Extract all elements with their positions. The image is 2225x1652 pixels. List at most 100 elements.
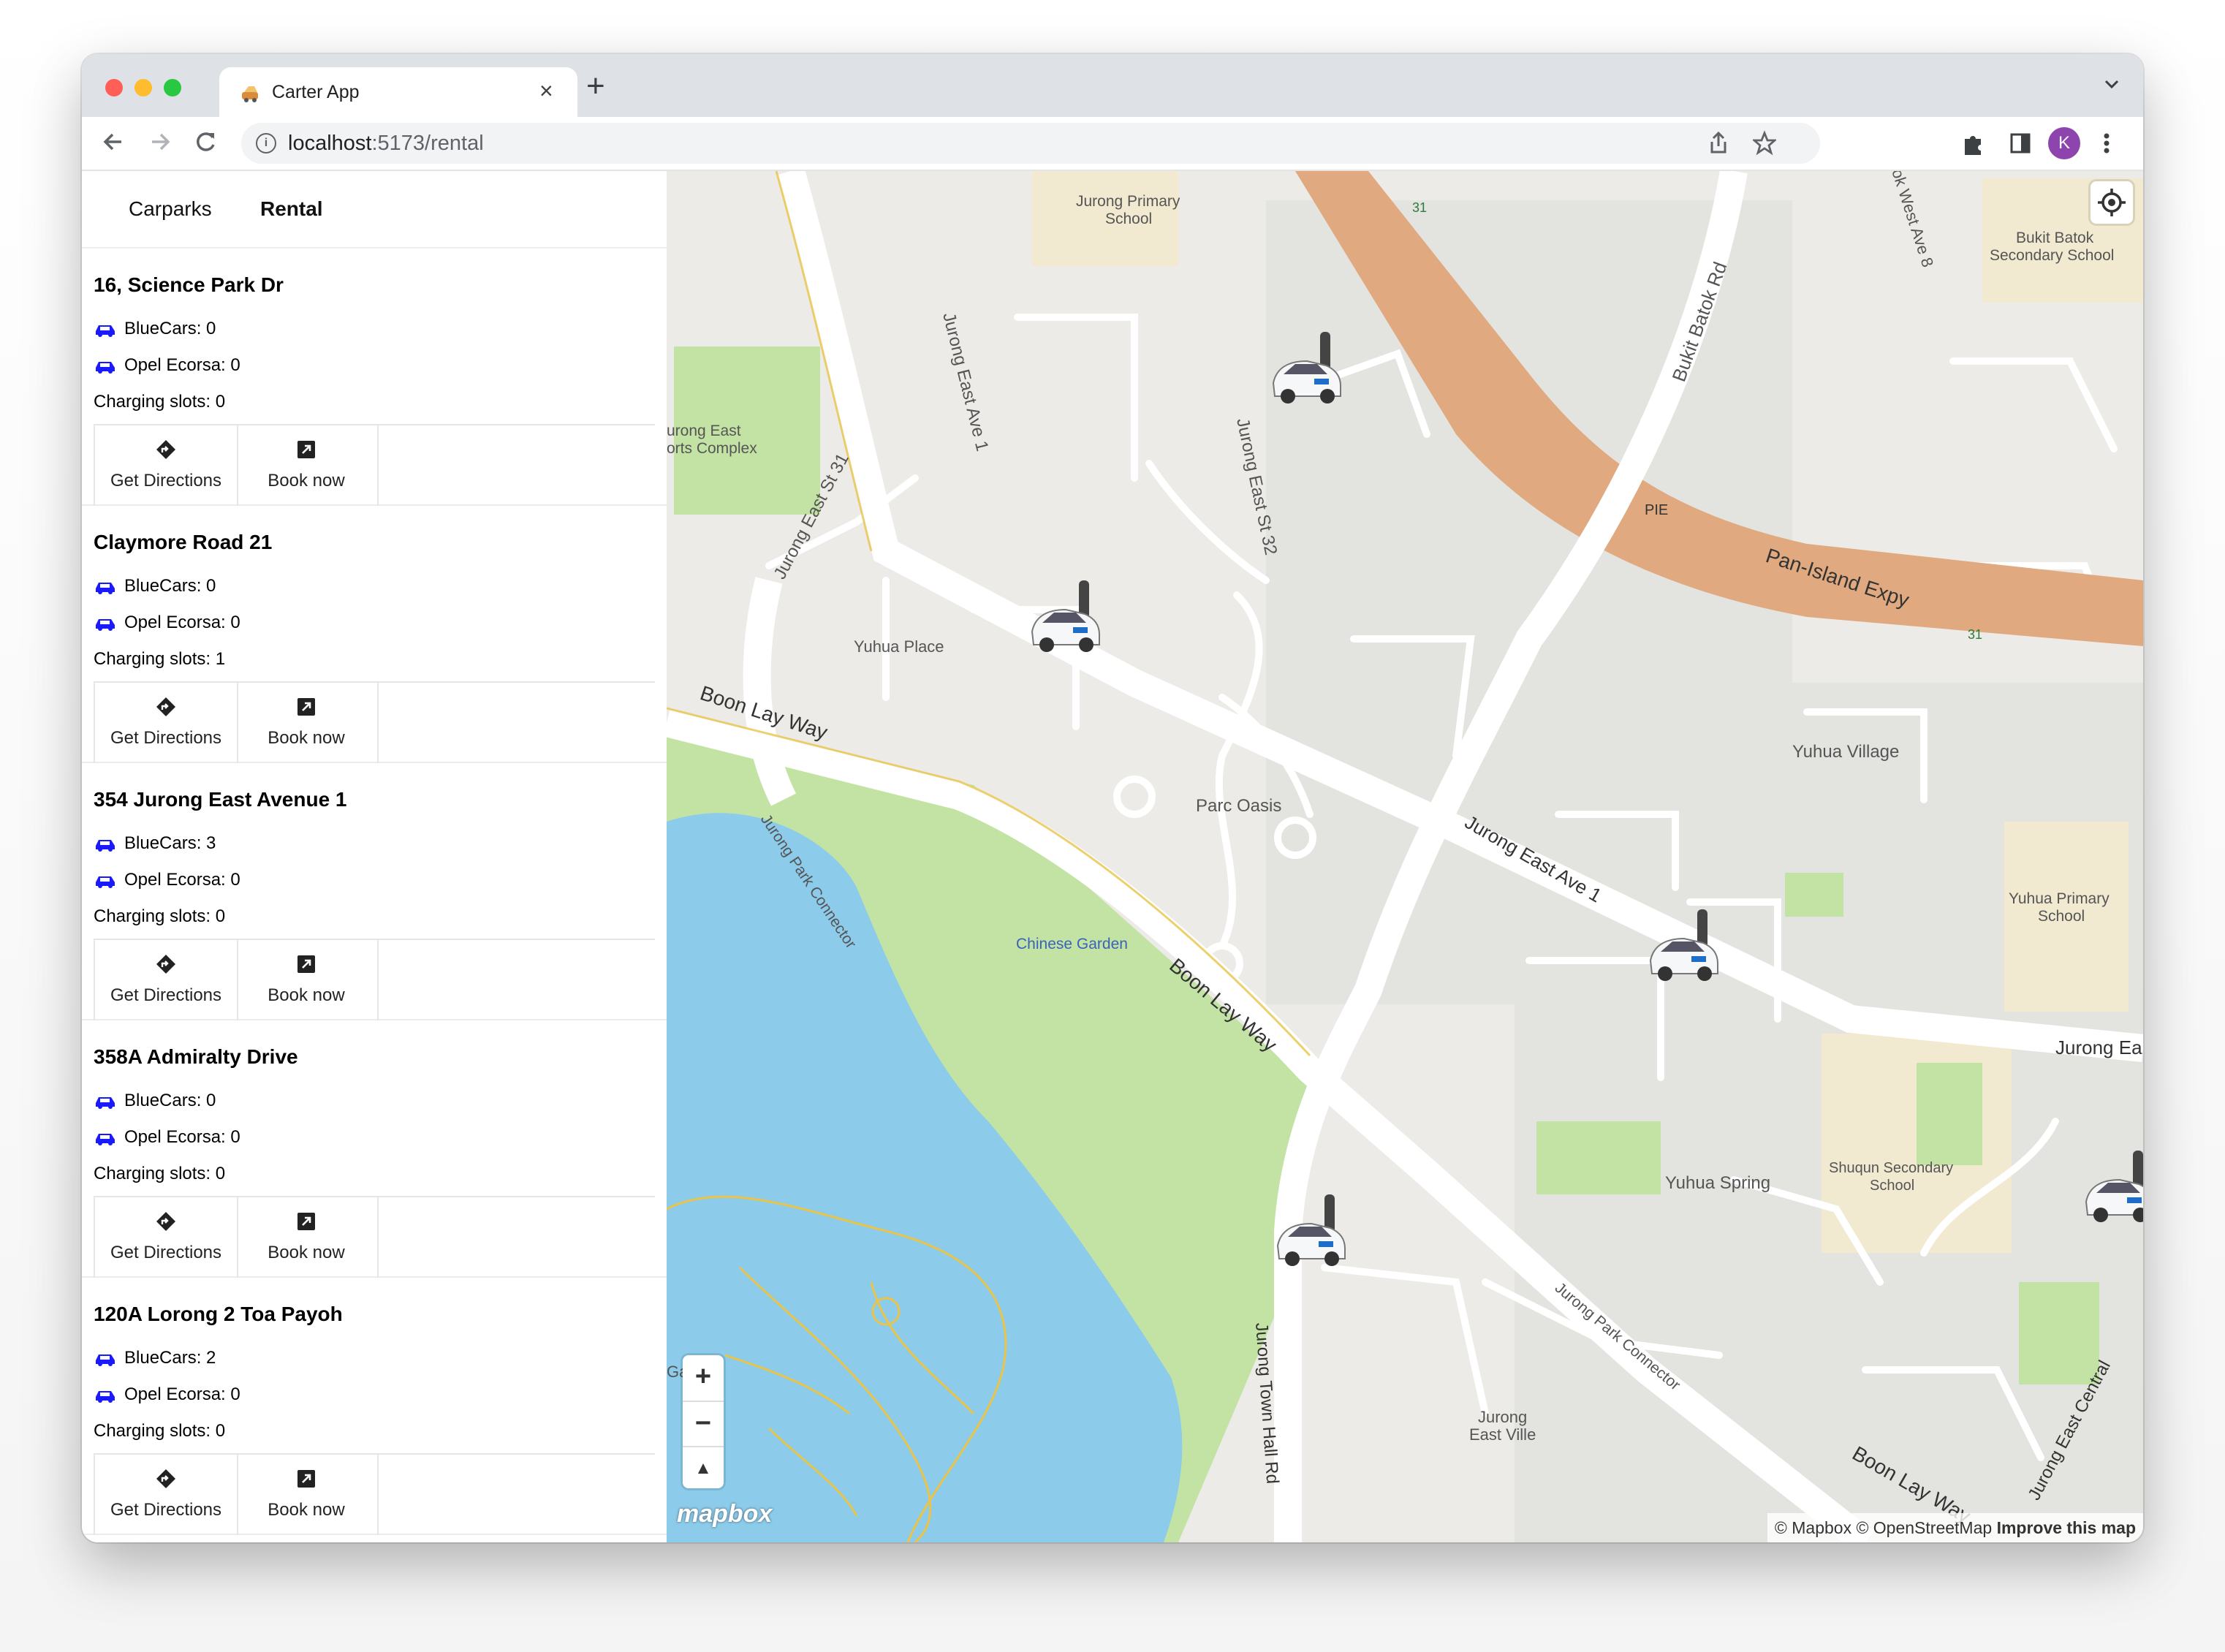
directions-icon	[156, 1212, 175, 1231]
zoom-out-button[interactable]: −	[683, 1401, 724, 1444]
get-directions-button[interactable]: Get Directions	[94, 1197, 238, 1278]
close-window-button[interactable]	[105, 79, 123, 96]
browser-tab[interactable]: Carter App ×	[219, 67, 577, 117]
minimize-window-button[interactable]	[134, 79, 152, 96]
bookmark-star-icon[interactable]	[1753, 130, 1776, 156]
card-actions: Get Directions Book now	[94, 681, 655, 763]
location-name: 354 Jurong East Avenue 1	[94, 788, 347, 811]
road-label: Jurong Ea	[2055, 1037, 2142, 1058]
book-now-button[interactable]: Book now	[235, 1197, 379, 1278]
tab-carparks[interactable]: Carparks	[129, 197, 212, 221]
close-tab-icon[interactable]: ×	[539, 77, 553, 105]
opel-count: Opel Ecorsa: 0	[94, 870, 240, 890]
location-list: 16, Science Park Dr BlueCars: 0 Opel Ecors…	[82, 249, 667, 1535]
map-label: urong East	[667, 423, 741, 439]
bluecars-text: BlueCars: 2	[124, 1348, 216, 1368]
open-external-icon	[297, 1470, 315, 1488]
card-actions: Get Directions Book now	[94, 1196, 655, 1278]
place-label: Yuhua Place	[854, 637, 944, 656]
opel-text: Opel Ecorsa: 0	[124, 1127, 240, 1147]
card-actions: Get Directions Book now	[94, 424, 655, 506]
back-arrow-icon[interactable]	[101, 124, 126, 159]
tab-rental[interactable]: Rental	[260, 197, 323, 221]
exit-shield: 31	[1968, 627, 1982, 642]
browser-toolbar: i localhost:5173/rental K	[82, 117, 2143, 171]
book-now-button[interactable]: Book now	[235, 683, 379, 763]
location-name: 16, Science Park Dr	[94, 273, 284, 296]
car-icon	[96, 839, 115, 852]
directions-label: Get Directions	[110, 728, 222, 748]
directions-icon	[156, 1469, 175, 1488]
directions-icon	[156, 440, 175, 459]
exit-shield: 31	[1412, 200, 1427, 215]
map-label: Jurong Primary	[1076, 193, 1180, 210]
get-directions-button[interactable]: Get Directions	[94, 425, 238, 506]
opel-text: Opel Ecorsa: 0	[124, 613, 240, 632]
bluecars-count: BlueCars: 2	[94, 1348, 216, 1368]
car-icon	[96, 1133, 115, 1145]
book-now-button[interactable]: Book now	[235, 425, 379, 506]
map-label: orts Complex	[667, 440, 757, 457]
zoom-in-button[interactable]: +	[683, 1355, 724, 1398]
location-card: 358A Admiralty Drive BlueCars: 0 Opel Ecor…	[82, 1020, 667, 1278]
opel-text: Opel Ecorsa: 0	[124, 355, 240, 375]
open-external-icon	[297, 1213, 315, 1230]
map-label: School	[1870, 1178, 1914, 1194]
map-view[interactable]: Jurong Primary School Bukit Batok Second…	[667, 171, 2143, 1542]
address-bar[interactable]: i localhost:5173/rental	[241, 123, 1820, 164]
rental-sidebar: Carparks Rental 16, Science Park Dr BlueC…	[82, 171, 667, 1542]
car-icon	[96, 876, 115, 888]
map-label: School	[1105, 211, 1152, 227]
tab-search-chevron-icon[interactable]	[2102, 75, 2121, 94]
book-label: Book now	[268, 1243, 345, 1262]
new-tab-button[interactable]: +	[586, 69, 605, 104]
map-label: School	[2038, 908, 2085, 925]
mapbox-logo[interactable]: mapbox	[677, 1500, 772, 1528]
forward-arrow-icon[interactable]	[148, 124, 173, 159]
improve-map-link[interactable]: Improve this map	[1997, 1518, 2136, 1537]
bluecars-text: BlueCars: 3	[124, 833, 216, 853]
location-card: 354 Jurong East Avenue 1 BlueCars: 3 Opel …	[82, 763, 667, 1020]
book-now-button[interactable]: Book now	[235, 1455, 379, 1535]
location-name: 120A Lorong 2 Toa Payoh	[94, 1303, 343, 1325]
app-nav: Carparks Rental	[82, 171, 667, 249]
charging-slots: Charging slots: 0	[94, 392, 226, 412]
map-attribution: © Mapbox © OpenStreetMap Improve this ma…	[1767, 1513, 2143, 1542]
location-card: Claymore Road 21 BlueCars: 0 Opel Ecorsa: …	[82, 506, 667, 763]
directions-label: Get Directions	[110, 471, 222, 490]
bluecars-count: BlueCars: 0	[94, 1091, 216, 1111]
get-directions-button[interactable]: Get Directions	[94, 683, 238, 763]
open-external-icon	[297, 955, 315, 973]
directions-label: Get Directions	[110, 985, 222, 1005]
book-label: Book now	[268, 471, 345, 490]
compass-button[interactable]: ▲	[683, 1446, 724, 1490]
zoom-control: + − ▲	[683, 1355, 724, 1488]
book-label: Book now	[268, 985, 345, 1005]
geolocate-button[interactable]	[2091, 181, 2133, 224]
app-favicon-icon	[242, 86, 258, 102]
site-info-icon[interactable]: i	[256, 133, 276, 154]
location-card: 16, Science Park Dr BlueCars: 0 Opel Ecors…	[82, 249, 667, 506]
more-menu-icon[interactable]	[2099, 129, 2114, 158]
maximize-window-button[interactable]	[164, 79, 181, 96]
tab-title: Carter App	[272, 82, 360, 102]
crosshair-icon	[2098, 189, 2126, 216]
map-label: Secondary School	[1990, 247, 2114, 264]
profile-avatar[interactable]: K	[2048, 127, 2080, 159]
share-icon[interactable]	[1707, 130, 1729, 156]
bluecars-text: BlueCars: 0	[124, 576, 216, 596]
get-directions-button[interactable]: Get Directions	[94, 1455, 238, 1535]
car-icon	[96, 618, 115, 631]
book-label: Book now	[268, 728, 345, 748]
map-label: Bukit Batok	[2016, 230, 2094, 246]
url-text[interactable]: localhost:5173/rental	[288, 132, 484, 156]
charging-slots: Charging slots: 0	[94, 906, 226, 926]
side-panel-icon[interactable]	[2009, 129, 2032, 158]
get-directions-button[interactable]: Get Directions	[94, 940, 238, 1020]
extensions-puzzle-icon[interactable]	[1962, 129, 1985, 158]
book-now-button[interactable]: Book now	[235, 940, 379, 1020]
attribution-text[interactable]: © Mapbox © OpenStreetMap	[1775, 1518, 1992, 1537]
map-canvas[interactable]: Jurong Primary School Bukit Batok Second…	[667, 171, 2143, 1542]
charging-slots: Charging slots: 1	[94, 649, 226, 669]
reload-icon[interactable]	[193, 124, 218, 159]
